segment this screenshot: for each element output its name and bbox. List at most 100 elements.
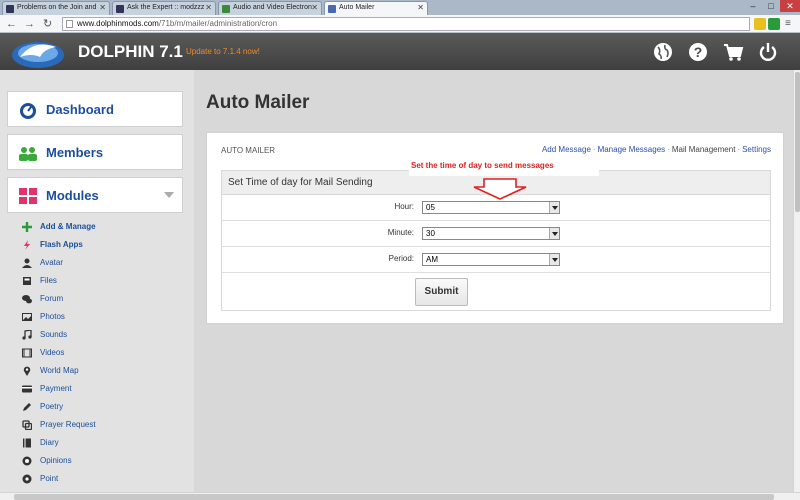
tab-title: Ask the Expert :: modzzz bbox=[127, 4, 205, 11]
module-item-label: Add & Manage bbox=[40, 222, 96, 231]
avatar-icon bbox=[22, 258, 32, 268]
chevron-down-icon[interactable] bbox=[164, 192, 174, 198]
map-pin-icon bbox=[23, 366, 31, 376]
point-icon bbox=[22, 474, 32, 484]
submit-button[interactable]: Submit bbox=[415, 278, 468, 306]
update-link[interactable]: Update to 7.1.4 now! bbox=[186, 47, 260, 56]
tab-title: Audio and Video Electron bbox=[233, 4, 312, 11]
hour-label: Hour: bbox=[394, 202, 414, 211]
page-title: Auto Mailer bbox=[206, 92, 310, 113]
maximize-button[interactable]: □ bbox=[762, 0, 780, 12]
photos-icon bbox=[22, 313, 32, 321]
dolphin-logo-icon[interactable] bbox=[10, 35, 66, 69]
module-item-label: Avatar bbox=[40, 258, 63, 267]
sidebar: Dashboard Members Modules Add & Manage F… bbox=[0, 70, 194, 500]
panel-links: Add Message · Manage Messages · Mail Managem… bbox=[541, 145, 771, 154]
tab-title: Problems on the Join and bbox=[17, 4, 97, 11]
extension-icon[interactable] bbox=[754, 18, 766, 30]
page-icon bbox=[66, 20, 73, 28]
tab-close-icon[interactable]: ✕ bbox=[99, 3, 106, 12]
power-icon[interactable] bbox=[757, 41, 779, 63]
back-arrow-icon[interactable]: ← bbox=[6, 17, 17, 31]
tab-close-icon[interactable]: ✕ bbox=[311, 3, 318, 12]
tab-close-icon[interactable]: ✕ bbox=[417, 3, 424, 12]
period-value: AM bbox=[426, 255, 438, 264]
auto-mailer-panel: AUTO MAILER Add Message · Manage Messages ·… bbox=[206, 132, 784, 324]
module-item-label: Prayer Request bbox=[40, 420, 96, 429]
cart-icon[interactable] bbox=[722, 41, 744, 63]
sidebar-item-dashboard[interactable]: Dashboard bbox=[7, 91, 183, 127]
module-item-label: World Map bbox=[40, 366, 79, 375]
globe-icon[interactable] bbox=[652, 41, 674, 63]
browser-tab-bar: Problems on the Join and ✕ Ask the Exper… bbox=[0, 0, 800, 15]
add-message-link[interactable]: Add Message bbox=[542, 145, 591, 154]
chevron-down-icon[interactable] bbox=[549, 202, 559, 213]
sidebar-item-modules[interactable]: Modules bbox=[7, 177, 183, 213]
flash-icon bbox=[24, 240, 30, 250]
site-header: DOLPHIN 7.1 Update to 7.1.4 now! ? bbox=[0, 33, 800, 70]
module-item-label: Poetry bbox=[40, 402, 64, 411]
vertical-scrollbar[interactable] bbox=[793, 70, 800, 492]
sounds-icon bbox=[22, 330, 32, 340]
extension-icon[interactable] bbox=[768, 18, 780, 30]
annotation-arrow-icon bbox=[473, 178, 527, 200]
module-item-label: Forum bbox=[40, 294, 64, 303]
menu-icon[interactable]: ≡ bbox=[785, 17, 791, 31]
chevron-down-icon[interactable] bbox=[549, 254, 559, 265]
hour-value: 05 bbox=[426, 203, 435, 212]
scrollbar-thumb[interactable] bbox=[14, 494, 774, 500]
tab-favicon-icon bbox=[222, 5, 230, 13]
tab-favicon-icon bbox=[6, 5, 14, 13]
brand-title[interactable]: DOLPHIN 7.1 bbox=[78, 42, 183, 62]
mail-management-link[interactable]: Mail Management bbox=[672, 145, 736, 154]
forum-icon bbox=[22, 295, 32, 304]
tab-close-icon[interactable]: ✕ bbox=[205, 3, 212, 12]
module-item-label: Flash Apps bbox=[40, 240, 83, 249]
horizontal-scrollbar[interactable] bbox=[0, 492, 800, 500]
reload-icon[interactable]: ↻ bbox=[43, 17, 52, 31]
minimize-button[interactable]: – bbox=[744, 0, 762, 12]
hour-select[interactable]: 05 bbox=[422, 201, 560, 214]
browser-tab-active[interactable]: Auto Mailer ✕ bbox=[324, 1, 428, 15]
files-icon bbox=[23, 277, 31, 285]
url-domain: www.dolphinmods.com bbox=[77, 19, 159, 28]
browser-tab[interactable]: Problems on the Join and ✕ bbox=[2, 1, 110, 15]
browser-tab[interactable]: Audio and Video Electron ✕ bbox=[218, 1, 322, 15]
members-icon bbox=[19, 147, 37, 161]
tab-favicon-icon bbox=[116, 5, 124, 13]
plus-icon bbox=[22, 222, 32, 232]
module-item-label: Payment bbox=[40, 384, 72, 393]
settings-link[interactable]: Settings bbox=[742, 145, 771, 154]
browser-toolbar: ← → ↻ www.dolphinmods.com/71b/m/mailer/a… bbox=[0, 15, 800, 33]
modules-icon bbox=[19, 188, 37, 204]
tab-favicon-icon bbox=[328, 5, 336, 13]
minute-label: Minute: bbox=[387, 228, 414, 237]
minute-value: 30 bbox=[426, 229, 435, 238]
module-item-label: Point bbox=[40, 474, 59, 483]
help-icon[interactable]: ? bbox=[687, 41, 709, 63]
prayer-icon bbox=[22, 420, 32, 430]
dashboard-icon bbox=[20, 103, 36, 119]
address-bar[interactable]: www.dolphinmods.com/71b/m/mailer/adminis… bbox=[62, 17, 750, 31]
module-item-label: Videos bbox=[40, 348, 65, 357]
url-path: /71b/m/mailer/administration/cron bbox=[158, 19, 278, 28]
forward-arrow-icon[interactable]: → bbox=[24, 17, 35, 31]
manage-messages-link[interactable]: Manage Messages bbox=[598, 145, 666, 154]
minute-select[interactable]: 30 bbox=[422, 227, 560, 240]
scrollbar-thumb[interactable] bbox=[795, 72, 800, 212]
module-item-label: Diary bbox=[40, 438, 59, 447]
module-item-label: Photos bbox=[40, 312, 65, 321]
panel-title: AUTO MAILER bbox=[221, 146, 276, 155]
chevron-down-icon[interactable] bbox=[549, 228, 559, 239]
svg-text:?: ? bbox=[694, 44, 703, 60]
sidebar-item-members[interactable]: Members bbox=[7, 134, 183, 170]
period-select[interactable]: AM bbox=[422, 253, 560, 266]
annotation-text: Set the time of day to send messages bbox=[409, 160, 599, 176]
minute-row: Minute: 30 bbox=[222, 221, 770, 247]
module-item-label: Files bbox=[40, 276, 57, 285]
browser-tab[interactable]: Ask the Expert :: modzzz ✕ bbox=[112, 1, 216, 15]
close-window-button[interactable]: ✕ bbox=[780, 0, 800, 12]
period-label: Period: bbox=[388, 254, 414, 263]
diary-icon bbox=[23, 438, 31, 448]
period-row: Period: AM bbox=[222, 247, 770, 273]
